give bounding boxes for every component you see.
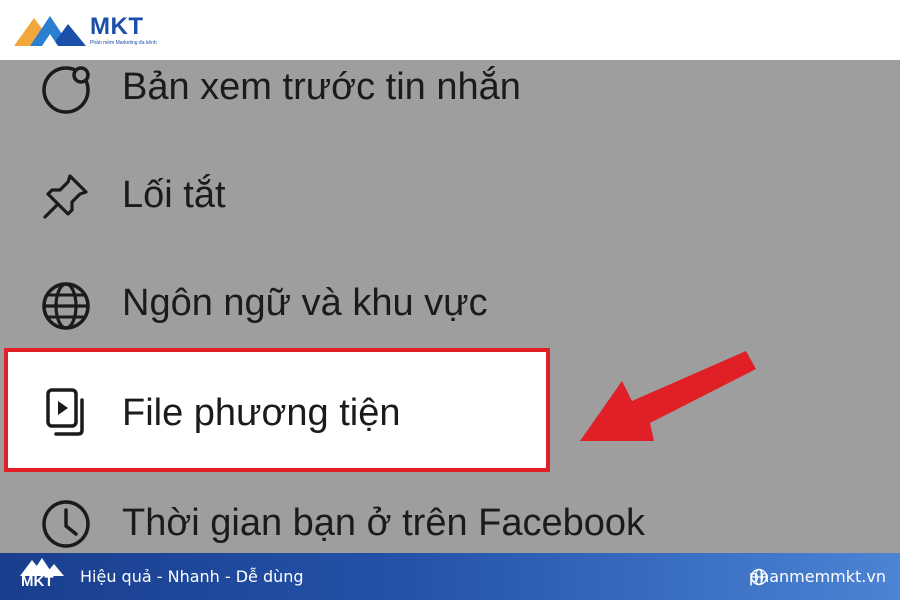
pointer-arrow-icon [580, 351, 756, 441]
settings-menu: Bản xem trước tin nhắn Lối tắt Ngôn ngữ … [0, 60, 900, 553]
footer-logo: MKT [18, 556, 66, 596]
footer-tagline: Hiệu quả - Nhanh - Dễ dùng [80, 567, 304, 586]
website-link[interactable]: phanmemmkt.vn [749, 567, 886, 586]
menu-item-label: Ngôn ngữ và khu vực [122, 282, 488, 324]
menu-item-label: Bản xem trước tin nhắn [122, 66, 521, 108]
menu-item-label: Thời gian bạn ở trên Facebook [122, 502, 646, 544]
logo-mountains-icon [14, 16, 86, 46]
menu-item-label: Lối tắt [122, 174, 226, 216]
pin-icon [40, 170, 92, 222]
menu-item-message-preview[interactable]: Bản xem trước tin nhắn [0, 60, 900, 150]
circle-dot-icon [40, 62, 92, 114]
menu-item-shortcuts[interactable]: Lối tắt [0, 168, 900, 258]
top-header: MKT Phần mềm Marketing đa kênh [0, 0, 900, 60]
media-file-icon [40, 386, 92, 438]
mkt-logo: MKT Phần mềm Marketing đa kênh [12, 10, 182, 50]
clock-icon [40, 496, 92, 548]
footer-banner: MKT Hiệu quả - Nhanh - Dễ dùng phanmemmk… [0, 553, 900, 600]
globe-icon [40, 280, 92, 332]
logo-text: MKT [90, 13, 144, 40]
footer-logo-text: MKT [21, 573, 54, 590]
menu-item-label: File phương tiện [122, 392, 401, 434]
logo-tagline: Phần mềm Marketing đa kênh [90, 40, 157, 46]
